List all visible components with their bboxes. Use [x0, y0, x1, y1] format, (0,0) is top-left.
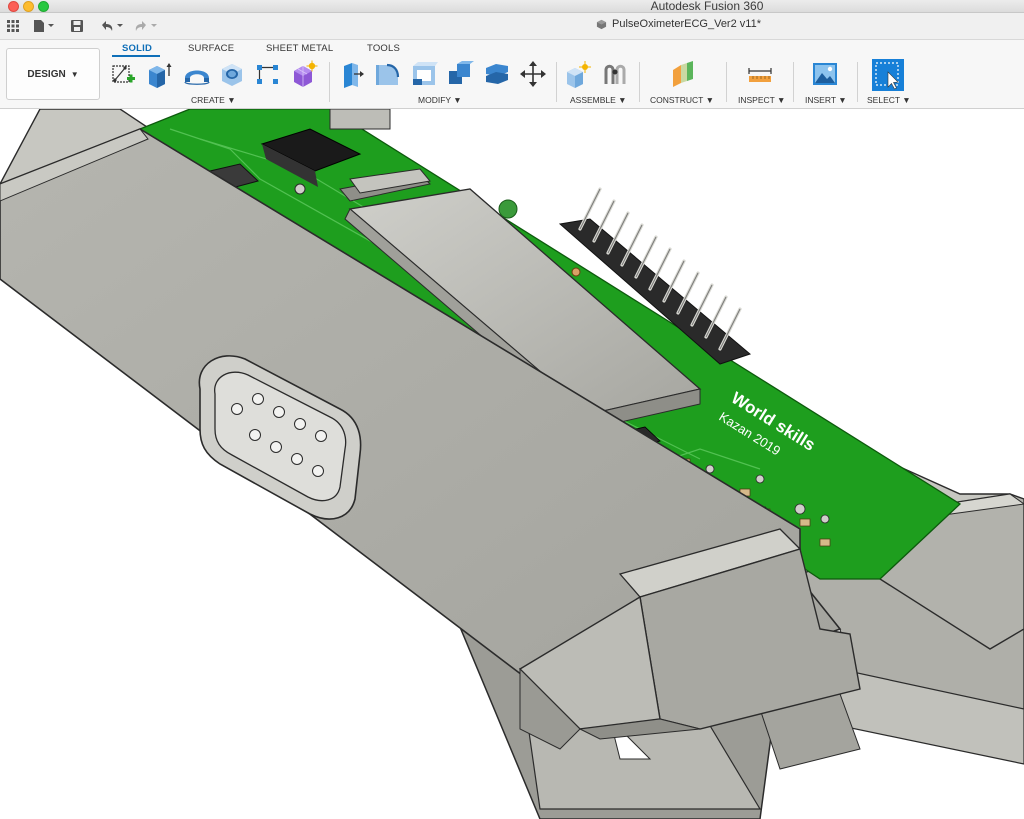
- chevron-down-icon: ▼: [70, 69, 79, 79]
- split-body-icon[interactable]: [483, 60, 511, 88]
- file-menu-icon[interactable]: [32, 16, 56, 36]
- toolbar-separator: [556, 62, 557, 102]
- component-cube-icon: [596, 19, 607, 29]
- select-icon[interactable]: [872, 59, 904, 91]
- workspace-switcher[interactable]: DESIGN ▼: [6, 48, 100, 100]
- move-copy-icon[interactable]: [519, 60, 547, 88]
- press-pull-icon[interactable]: [338, 60, 366, 88]
- title-bar: Autodesk Fusion 360: [0, 0, 1024, 13]
- joint-icon[interactable]: [601, 60, 629, 88]
- fillet-icon[interactable]: [373, 60, 401, 88]
- combine-icon[interactable]: [446, 60, 474, 88]
- insert-menu[interactable]: INSERT ▼: [805, 95, 847, 105]
- insert-image-icon[interactable]: [811, 60, 839, 88]
- assemble-menu[interactable]: ASSEMBLE ▼: [570, 95, 627, 105]
- toolbar-separator: [329, 62, 330, 102]
- hole-icon[interactable]: [218, 60, 246, 88]
- offset-plane-icon[interactable]: [669, 60, 697, 88]
- select-menu[interactable]: SELECT ▼: [867, 95, 911, 105]
- save-icon[interactable]: [70, 16, 84, 36]
- tab-solid[interactable]: SOLID: [122, 43, 152, 54]
- document-tab[interactable]: PulseOximeterECG_Ver2 v11*: [596, 18, 761, 30]
- document-name: PulseOximeterECG_Ver2 v11*: [612, 18, 761, 30]
- toolbar-separator: [639, 62, 640, 102]
- toolbar-separator: [857, 62, 858, 102]
- shell-icon[interactable]: [410, 60, 438, 88]
- pcb-enclosure-model[interactable]: Pulse Oximeter World skills Kazan 2019: [0, 109, 1024, 819]
- new-component-icon[interactable]: [564, 60, 592, 88]
- create-form-icon[interactable]: [290, 60, 318, 88]
- app-title: Autodesk Fusion 360: [650, 0, 764, 13]
- quick-access-bar: PulseOximeterECG_Ver2 v11*: [0, 13, 1024, 40]
- tab-tools[interactable]: TOOLS: [367, 43, 400, 54]
- modify-menu[interactable]: MODIFY ▼: [418, 95, 462, 105]
- fusion-360-window: Autodesk Fusion 360 PulseOximeterECG_Ver…: [0, 0, 1024, 819]
- measure-icon[interactable]: [746, 60, 774, 88]
- toolbar-separator: [726, 62, 727, 102]
- extrude-icon[interactable]: [145, 60, 173, 88]
- ribbon-toolbar: DESIGN ▼ SOLID SURFACE SHEET METAL TOOLS…: [0, 40, 1024, 109]
- data-panel-grid-icon[interactable]: [6, 16, 20, 36]
- revolve-icon[interactable]: [182, 60, 210, 88]
- undo-icon[interactable]: [98, 16, 126, 36]
- tab-sheet-metal[interactable]: SHEET METAL: [266, 43, 333, 54]
- create-menu[interactable]: CREATE ▼: [191, 95, 236, 105]
- construct-menu[interactable]: CONSTRUCT ▼: [650, 95, 714, 105]
- workspace-label: DESIGN: [27, 68, 66, 80]
- redo-icon[interactable]: [132, 16, 160, 36]
- inspect-menu[interactable]: INSPECT ▼: [738, 95, 785, 105]
- tab-surface[interactable]: SURFACE: [188, 43, 234, 54]
- create-sketch-icon[interactable]: [110, 60, 138, 88]
- canvas-viewport[interactable]: Pulse Oximeter World skills Kazan 2019: [0, 109, 1024, 819]
- active-tab-indicator: [112, 55, 160, 57]
- toolbar-separator: [793, 62, 794, 102]
- pattern-icon[interactable]: [254, 60, 282, 88]
